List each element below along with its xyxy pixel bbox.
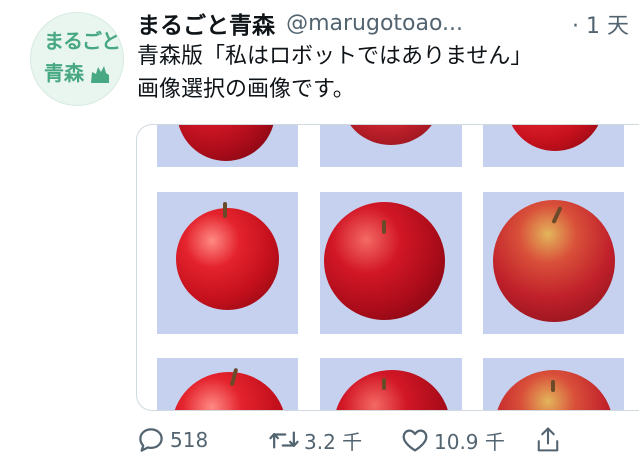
avatar[interactable]: まるごと 青森 <box>30 12 124 106</box>
apple-image <box>176 208 279 310</box>
share-button[interactable] <box>534 420 562 460</box>
captcha-tile <box>157 125 298 167</box>
user-handle[interactable]: @marugotoao... <box>286 11 463 36</box>
comment-icon <box>139 428 163 452</box>
tweet-header: まるごと青森 @marugotoao... <box>137 6 632 39</box>
captcha-tile <box>320 192 462 334</box>
like-count: 10.9 千 <box>434 429 505 454</box>
tweet-text-line: 画像選択の画像です。 <box>137 77 355 102</box>
apple-image <box>177 125 275 161</box>
captcha-tile <box>483 192 624 334</box>
retweet-icon <box>269 431 299 449</box>
apple-image <box>342 125 440 145</box>
timestamp[interactable]: · 1 天 <box>572 8 629 40</box>
share-icon <box>537 427 559 452</box>
reply-button[interactable]: 518 <box>136 420 208 460</box>
apple-image <box>172 372 286 410</box>
reply-count: 518 <box>170 428 209 452</box>
captcha-tile <box>157 358 298 410</box>
captcha-tile <box>320 125 462 167</box>
retweet-count: 3.2 千 <box>304 429 363 454</box>
apple-image <box>334 370 450 410</box>
captcha-tile <box>483 125 624 167</box>
like-button[interactable]: 10.9 千 <box>400 420 505 460</box>
apple-stem <box>382 220 386 234</box>
avatar-logo-text-top: まるごと <box>44 29 121 53</box>
tweet[interactable]: まるごと 青森 まるごと青森 @marugotoao... · 1 天 青森版「… <box>0 0 639 467</box>
captcha-tile <box>157 192 298 334</box>
retweet-button[interactable]: 3.2 千 <box>268 420 362 460</box>
avatar-logo-text-bottom: 青森 <box>44 61 84 85</box>
aomori-map-icon <box>91 66 109 83</box>
tweet-actions: 518 3.2 千 10.9 千 <box>136 420 636 460</box>
tweet-text-line: 青森版「私はロボットではありません」 <box>137 44 533 69</box>
heart-icon <box>402 429 428 452</box>
apple-stem <box>382 378 386 390</box>
display-name[interactable]: まるごと青森 <box>137 13 275 38</box>
captcha-tile <box>320 358 462 410</box>
tweet-image[interactable] <box>136 124 639 411</box>
apple-stem <box>223 202 227 218</box>
tweet-text: 青森版「私はロボットではありません」 画像選択の画像です。 <box>137 40 632 106</box>
apple-image <box>507 125 603 151</box>
apple-stem <box>551 380 555 392</box>
captcha-tile <box>483 358 624 410</box>
